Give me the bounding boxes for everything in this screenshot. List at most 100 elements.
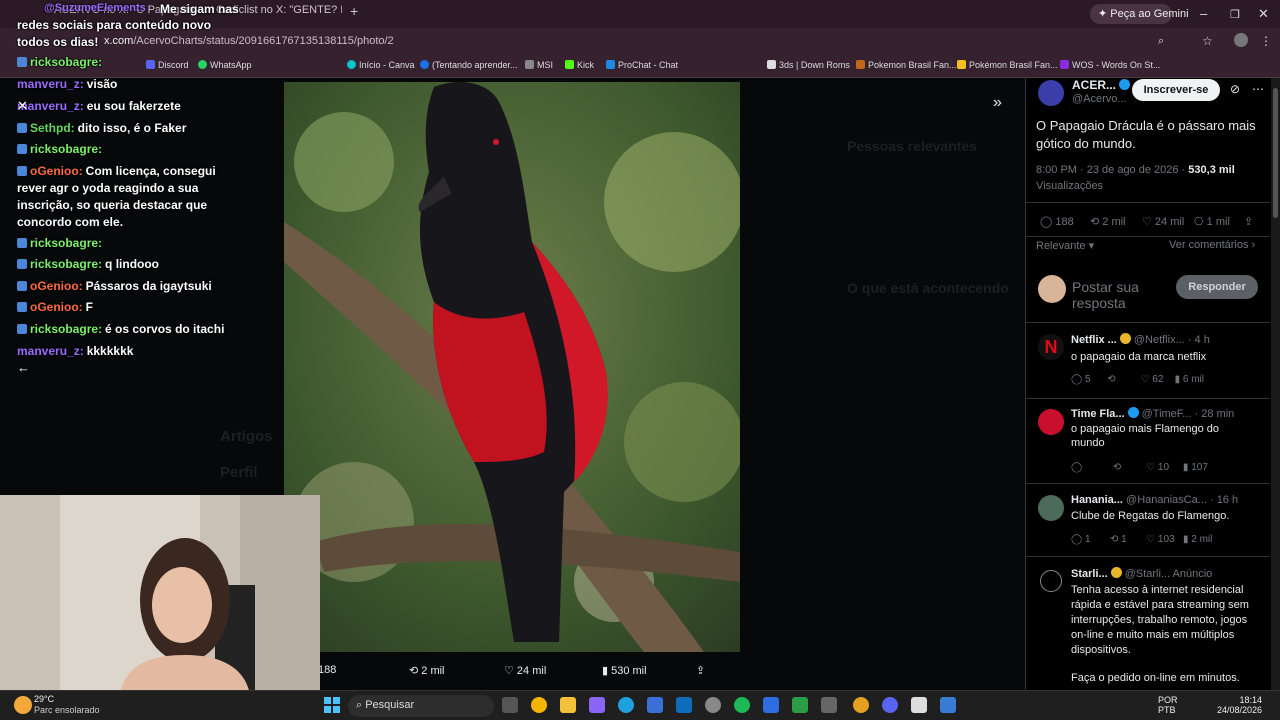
bookmark-wos[interactable]: WOS - Words On St... xyxy=(1060,60,1160,70)
bookmark-prochat[interactable]: ProChat - Chat xyxy=(606,60,678,70)
panel-share-icon[interactable]: ⇪ xyxy=(1244,215,1253,228)
chat-username[interactable]: ricksobagre: xyxy=(30,55,102,69)
discord-icon[interactable] xyxy=(882,697,898,713)
more-icon[interactable]: ⋯ xyxy=(1252,82,1264,96)
taskbar-search[interactable]: ⌕ Pesquisar xyxy=(348,695,494,717)
chat-username[interactable]: manveru_z: xyxy=(17,77,84,91)
flamengo-avatar[interactable] xyxy=(1038,409,1064,435)
chat-text: q lindooo xyxy=(105,257,160,271)
repost-count: 2 mil xyxy=(421,665,445,677)
panel-bookmark-count[interactable]: ⎔ 1 mil xyxy=(1194,215,1230,228)
app-icon-5[interactable] xyxy=(940,697,956,713)
minimize-icon[interactable]: – xyxy=(1200,6,1207,21)
like-button[interactable]: ♡ 24 mil xyxy=(504,664,546,677)
bookmark-msi[interactable]: MSI xyxy=(525,60,553,70)
hananias-avatar[interactable] xyxy=(1038,495,1064,521)
views-count: 530 mil xyxy=(611,665,647,677)
file-explorer-icon[interactable] xyxy=(560,697,576,713)
profile-avatar[interactable] xyxy=(1234,33,1248,47)
bookmark-kick[interactable]: Kick xyxy=(565,60,594,70)
bookmark-pokemon-2[interactable]: Pokémon Brasil Fan... xyxy=(957,60,1058,70)
heart-icon: ♡ xyxy=(504,665,517,677)
reply-3-header[interactable]: Hanania... @HananiasCa... · 16 h xyxy=(1071,494,1238,506)
tweet-panel: ACER... @Acervo... Inscrever-se ⊘ ⋯ O Pa… xyxy=(1025,78,1270,690)
webcam-feed xyxy=(0,495,320,695)
reply-2-header[interactable]: Time Fla... @TimeF... · 28 min xyxy=(1071,407,1234,420)
repost-button[interactable]: ⟲ 2 mil xyxy=(409,664,445,677)
chat-username[interactable]: oGenioo: xyxy=(30,164,83,178)
reply-button[interactable]: Responder xyxy=(1176,275,1258,299)
weather-temp[interactable]: 29°C xyxy=(34,694,54,704)
reply-1-header[interactable]: Netflix ... @Netflix... · 4 h xyxy=(1071,333,1210,346)
author-avatar[interactable] xyxy=(1038,80,1064,106)
reply-3-actions[interactable]: ◯ 1 ⟲ 1 ♡ 103 ▮ 2 mil xyxy=(1071,534,1212,545)
reply-2-actions[interactable]: ◯ ⟲ ♡ 10 ▮ 107 xyxy=(1071,462,1208,473)
panel-like-count[interactable]: ♡ 24 mil xyxy=(1142,215,1184,228)
gemini-button[interactable]: ✦ Peça ao Gemini xyxy=(1090,4,1189,24)
clock[interactable]: 18:14 24/08/2026 xyxy=(1216,695,1262,715)
bookmark-tentando[interactable]: (Tentando aprender... xyxy=(420,60,518,70)
chat-username[interactable]: ricksobagre: xyxy=(30,322,102,336)
chat-username[interactable]: oGenioo: xyxy=(30,300,83,314)
mail-icon[interactable] xyxy=(676,697,692,713)
chat-username[interactable]: ricksobagre: xyxy=(30,257,102,271)
chat-username[interactable]: Sethpd: xyxy=(30,121,75,135)
store-icon[interactable] xyxy=(647,697,663,713)
app-icon-3[interactable] xyxy=(821,697,837,713)
new-tab-button[interactable]: + xyxy=(344,3,358,23)
author-handle[interactable]: @Acervo... xyxy=(1072,93,1127,105)
expand-panel-icon[interactable]: » xyxy=(993,94,1002,112)
maximize-icon[interactable]: ❐ xyxy=(1230,8,1240,21)
chat-username[interactable]: manveru_z: xyxy=(17,344,84,358)
ad-header[interactable]: Starli... @Starli... Anúncio xyxy=(1071,567,1212,580)
lang-indicator[interactable]: POR PTB xyxy=(1158,695,1178,715)
chrome-active-icon[interactable] xyxy=(853,697,869,713)
chat-username[interactable]: oGenioo: xyxy=(30,279,83,293)
panel-repost-count[interactable]: ⟲ 2 mil xyxy=(1090,215,1126,228)
weather-icon[interactable] xyxy=(14,696,32,714)
see-comments-link[interactable]: Ver comentários › xyxy=(1169,239,1255,251)
bookmark-3ds[interactable]: 3ds | Down Roms xyxy=(767,60,850,70)
panel-reply-count[interactable]: ◯ 188 xyxy=(1040,215,1074,228)
grok-icon[interactable]: ⊘ xyxy=(1230,82,1240,96)
chat-back-arrow-icon[interactable]: ← xyxy=(17,360,30,375)
chat-username[interactable]: ricksobagre: xyxy=(30,236,102,250)
netflix-avatar[interactable]: N xyxy=(1038,334,1064,360)
chat-message: concordo com ele. xyxy=(17,215,123,229)
chat-username[interactable]: ricksobagre: xyxy=(30,142,102,156)
app-icon-4[interactable] xyxy=(911,697,927,713)
reply-1-actions[interactable]: ◯ 5 ⟲ ♡ 62 ▮ 6 mil xyxy=(1071,374,1204,385)
tweet-text-line1: O Papagaio Drácula é o pássaro mais xyxy=(1036,118,1256,133)
edge-icon[interactable] xyxy=(618,697,634,713)
app-icon-1[interactable] xyxy=(763,697,779,713)
app-icon-2[interactable] xyxy=(792,697,808,713)
author-name[interactable]: ACER... xyxy=(1072,78,1133,92)
reply-button[interactable]: 188 xyxy=(318,664,336,676)
views-button[interactable]: ▮ 530 mil xyxy=(602,664,647,677)
chat-close-icon[interactable]: ✕ xyxy=(17,98,28,114)
panel-scrollbar[interactable] xyxy=(1271,78,1280,690)
weather-desc[interactable]: Parc ensolarado xyxy=(34,705,100,715)
ad-cta[interactable]: Faça o pedido on-line em minutos. xyxy=(1071,672,1240,684)
menu-icon[interactable]: ⋮ xyxy=(1260,34,1272,48)
star-icon[interactable]: ☆ xyxy=(1202,34,1213,48)
chrome-icon[interactable] xyxy=(531,697,547,713)
reply-input[interactable]: Postar sua resposta xyxy=(1072,279,1139,311)
subscribe-button[interactable]: Inscrever-se xyxy=(1132,79,1220,101)
parrot-photo xyxy=(284,82,740,652)
bookmark-pokemon-1[interactable]: Pokemon Brasil Fan... xyxy=(856,60,957,70)
zoom-icon[interactable]: ⌕ xyxy=(1158,35,1164,48)
share-icon[interactable]: ⇪ xyxy=(696,664,705,677)
chat-text: é os corvos do itachi xyxy=(105,322,225,336)
close-icon[interactable]: ✕ xyxy=(1258,6,1269,22)
spotify-icon[interactable] xyxy=(734,697,750,713)
settings-icon[interactable] xyxy=(705,697,721,713)
sort-relevant[interactable]: Relevante ▾ xyxy=(1036,239,1094,252)
bookmark-canva[interactable]: Início - Canva xyxy=(347,60,415,70)
windows-start-icon[interactable] xyxy=(324,697,340,713)
tweet-text-line2: gótico do mundo. xyxy=(1036,136,1136,151)
taskview-icon[interactable] xyxy=(502,697,518,713)
chat-text: eu sou fakerzete xyxy=(86,99,181,113)
copilot-icon[interactable] xyxy=(589,697,605,713)
starlink-avatar[interactable] xyxy=(1040,570,1062,592)
